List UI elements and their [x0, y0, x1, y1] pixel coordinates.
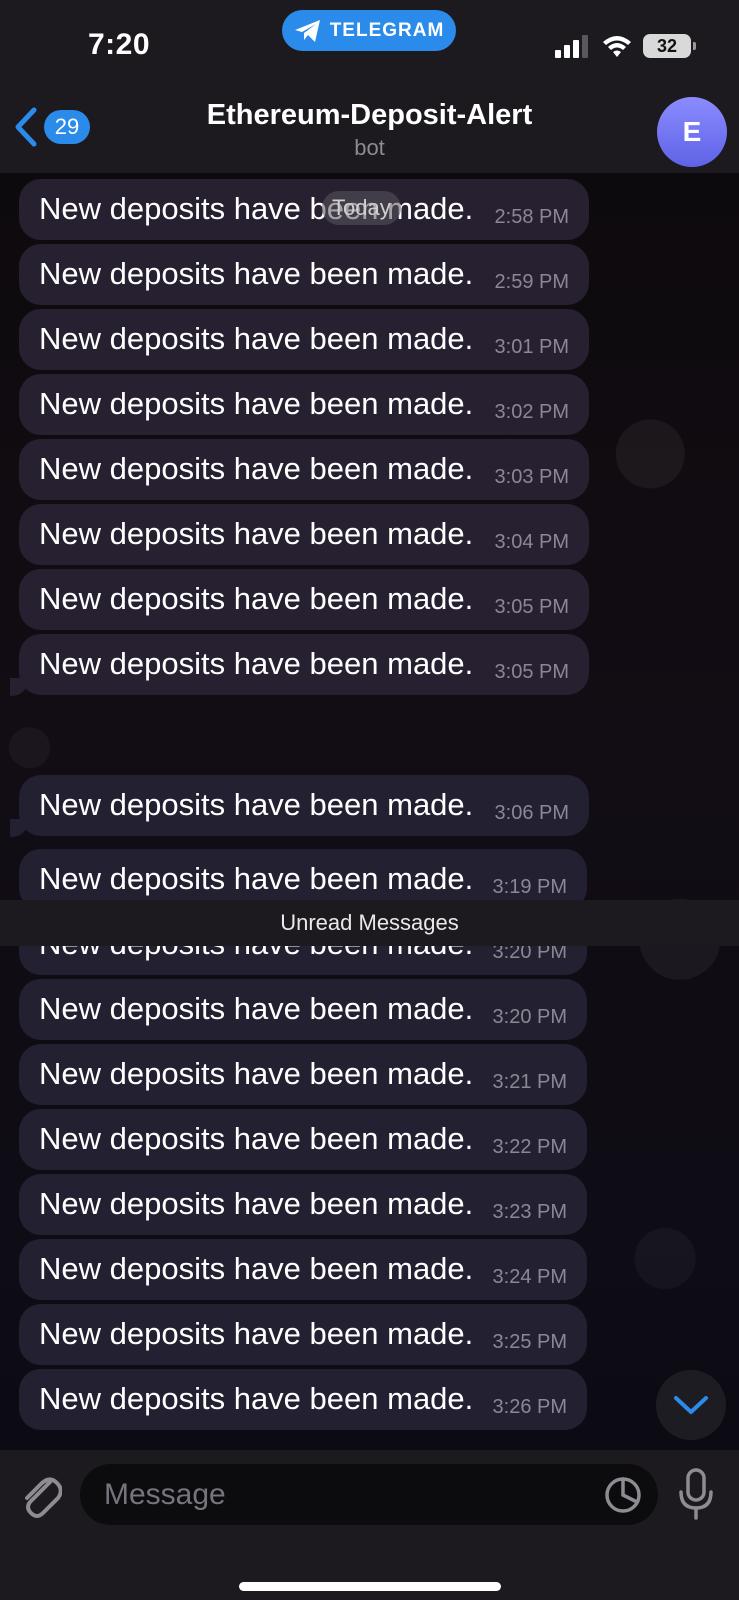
- message-timestamp: 3:02 PM: [494, 401, 569, 423]
- message-text: New deposits have been made.: [39, 861, 474, 896]
- status-icons: 32: [555, 34, 696, 58]
- message-timestamp: 3:03 PM: [494, 466, 569, 488]
- chat-title[interactable]: Ethereum-Deposit-Alert: [0, 99, 739, 132]
- message-timestamp: 2:59 PM: [494, 271, 569, 293]
- attach-button[interactable]: [20, 1470, 63, 1525]
- message-timestamp: 3:25 PM: [492, 1331, 567, 1353]
- message-bubble[interactable]: New deposits have been made. 3:06 PM: [19, 775, 589, 836]
- message-bubble[interactable]: New deposits have been made. 3:23 PM: [19, 1174, 587, 1235]
- message-bubble[interactable]: New deposits have been made. 2:58 PM: [19, 179, 589, 240]
- message-timestamp: 3:23 PM: [492, 1201, 567, 1223]
- message-text: New deposits have been made.: [39, 581, 474, 616]
- message-timestamp: 3:06 PM: [494, 802, 569, 824]
- message-input[interactable]: Message: [80, 1464, 658, 1525]
- message-timestamp: 3:04 PM: [494, 531, 569, 553]
- message-timestamp: 3:26 PM: [492, 1396, 567, 1418]
- message-bubble[interactable]: New deposits have been made. 3:20 PM: [19, 979, 587, 1040]
- message-bubble[interactable]: New deposits have been made. 3:01 PM: [19, 309, 589, 370]
- message-timestamp: 3:05 PM: [494, 596, 569, 618]
- message-bubble[interactable]: New deposits have been made. 3:24 PM: [19, 1239, 587, 1300]
- wifi-icon: [603, 36, 631, 57]
- message-timestamp: 3:24 PM: [492, 1266, 567, 1288]
- message-text: New deposits have been made.: [39, 191, 474, 226]
- message-text: New deposits have been made.: [39, 1316, 474, 1351]
- message-timestamp: 3:01 PM: [494, 336, 569, 358]
- chevron-down-icon: [674, 1396, 708, 1414]
- date-pill: Today: [322, 191, 401, 225]
- telegram-logo-icon: [294, 19, 320, 42]
- message-timestamp: 3:22 PM: [492, 1136, 567, 1158]
- scroll-down-button[interactable]: [656, 1370, 726, 1440]
- message-timestamp: 3:05 PM: [494, 661, 569, 683]
- message-timestamp: 3:19 PM: [492, 876, 567, 898]
- message-bubble[interactable]: New deposits have been made. 3:21 PM: [19, 1044, 587, 1105]
- message-text: New deposits have been made.: [39, 386, 474, 421]
- message-text: New deposits have been made.: [39, 321, 474, 356]
- message-text: New deposits have been made.: [39, 1121, 474, 1156]
- message-text: New deposits have been made.: [39, 451, 474, 486]
- sticker-button[interactable]: [604, 1476, 642, 1519]
- message-timestamp: 2:58 PM: [494, 206, 569, 228]
- message-timestamp: 3:21 PM: [492, 1071, 567, 1093]
- message-bubble[interactable]: New deposits have been made. 3:04 PM: [19, 504, 589, 565]
- telegram-return-pill[interactable]: TELEGRAM: [282, 10, 456, 51]
- telegram-pill-label: TELEGRAM: [329, 19, 445, 41]
- battery-indicator: 32: [643, 34, 696, 58]
- message-bubble[interactable]: New deposits have been made. 3:26 PM: [19, 1369, 587, 1430]
- home-indicator[interactable]: [239, 1582, 501, 1591]
- message-placeholder: Message: [104, 1478, 226, 1511]
- status-bar: 7:20 TELEGRAM 32: [0, 0, 739, 95]
- chat-header: 29 Ethereum-Deposit-Alert bot E: [0, 95, 739, 173]
- chat-subtitle: bot: [354, 135, 385, 160]
- message-text: New deposits have been made.: [39, 1186, 474, 1221]
- unread-divider: Unread Messages: [0, 900, 739, 946]
- message-bubble[interactable]: New deposits have been made. 3:03 PM: [19, 439, 589, 500]
- bubble-tail: [10, 678, 28, 696]
- bubble-tail: [10, 819, 28, 837]
- voice-message-button[interactable]: [678, 1468, 714, 1525]
- message-text: New deposits have been made.: [39, 1056, 474, 1091]
- message-text: New deposits have been made.: [39, 787, 474, 822]
- signal-icon: [555, 35, 588, 58]
- message-list[interactable]: New deposits have been made. 2:58 PM New d…: [0, 173, 739, 1450]
- message-bubble[interactable]: New deposits have been made. 3:05 PM: [19, 634, 589, 695]
- message-bubble[interactable]: New deposits have been made. 2:59 PM: [19, 244, 589, 305]
- microphone-icon: [679, 1468, 713, 1520]
- sticker-icon: [605, 1477, 641, 1513]
- message-text: New deposits have been made.: [39, 256, 474, 291]
- message-bubble[interactable]: New deposits have been made. 3:22 PM: [19, 1109, 587, 1170]
- message-timestamp: 3:20 PM: [492, 1006, 567, 1028]
- message-bubble[interactable]: New deposits have been made. 3:02 PM: [19, 374, 589, 435]
- message-text: New deposits have been made.: [39, 646, 474, 681]
- message-text: New deposits have been made.: [39, 1381, 474, 1416]
- avatar[interactable]: E: [657, 97, 727, 167]
- message-bubble[interactable]: New deposits have been made. 3:25 PM: [19, 1304, 587, 1365]
- paperclip-icon: [25, 1477, 63, 1518]
- message-text: New deposits have been made.: [39, 991, 474, 1026]
- status-time: 7:20: [88, 28, 151, 61]
- message-composer: Message: [0, 1450, 739, 1600]
- message-text: New deposits have been made.: [39, 516, 474, 551]
- message-bubble[interactable]: New deposits have been made. 3:05 PM: [19, 569, 589, 630]
- message-text: New deposits have been made.: [39, 1251, 474, 1286]
